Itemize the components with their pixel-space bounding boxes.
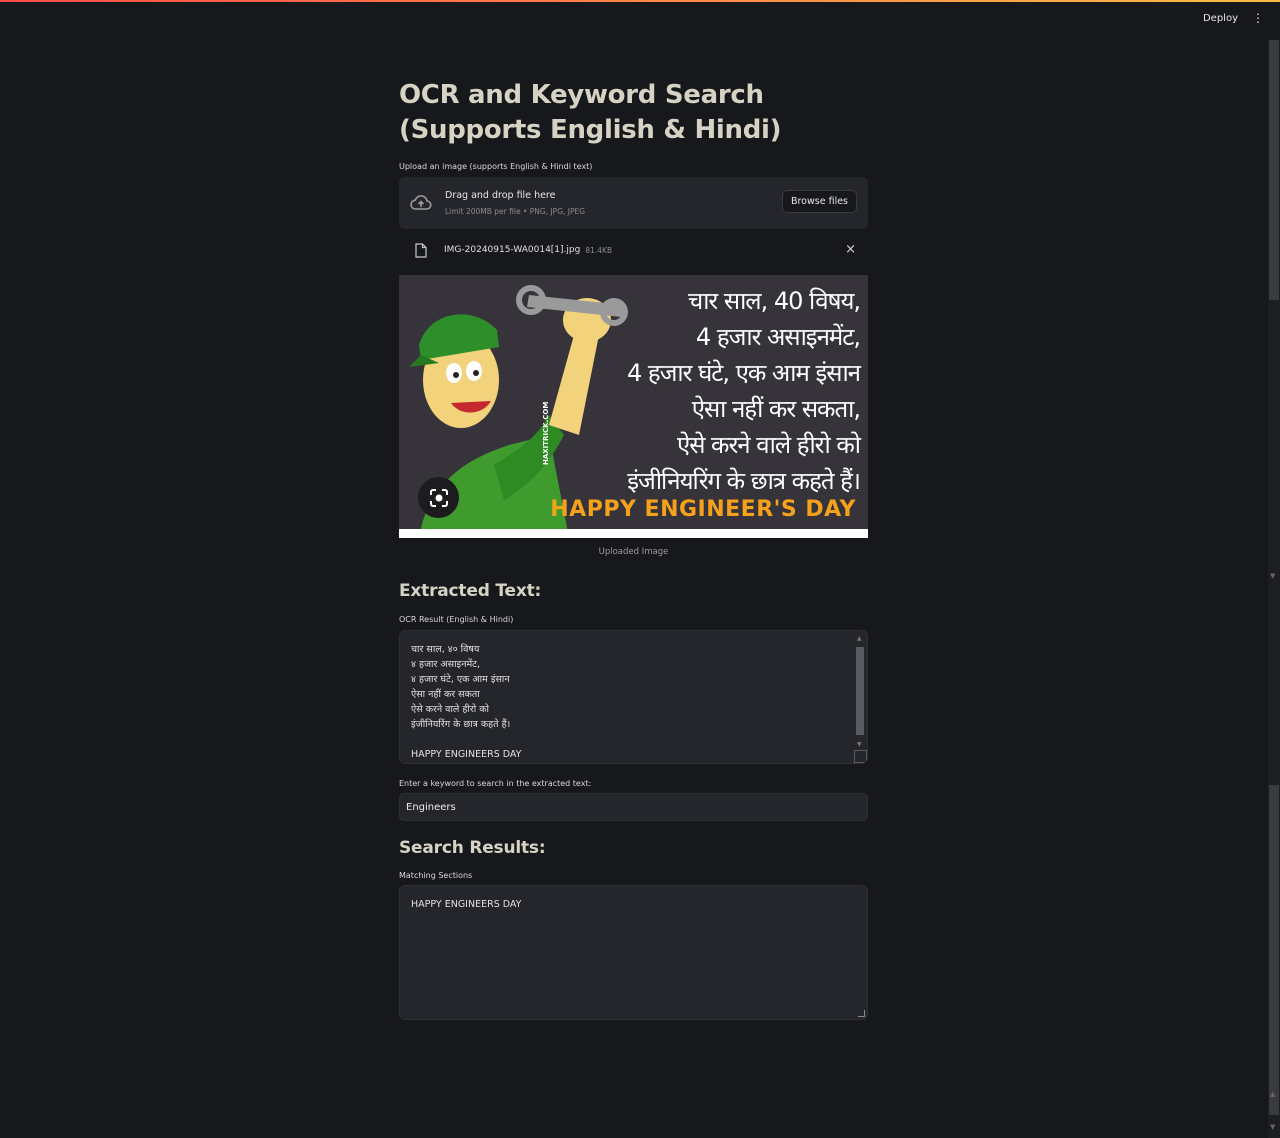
browse-files-button[interactable]: Browse files	[781, 190, 857, 213]
poster-line: ऐसा नहीं कर सकता,	[691, 395, 861, 423]
keyword-label: Enter a keyword to search in the extract…	[399, 779, 592, 788]
keyword-search-input[interactable]	[399, 793, 868, 821]
matching-sections-text: HAPPY ENGINEERS DAY	[411, 899, 522, 910]
image-caption: Uploaded Image	[598, 547, 669, 557]
extracted-text-heading: Extracted Text:	[399, 581, 542, 601]
main-content: OCR and Keyword Search (Supports English…	[399, 78, 868, 1020]
main-menu-icon[interactable]: ⋮	[1252, 12, 1264, 24]
uploaded-image: चार साल, 40 विषय, 4 हजार असाइनमेंट, 4 हज…	[399, 275, 868, 538]
deploy-button[interactable]: Deploy	[1203, 13, 1238, 24]
image-bottom-strip	[399, 529, 868, 538]
poster-headline: HAPPY ENGINEER'S DAY	[550, 497, 856, 522]
scroll-up-arrow-icon[interactable]: ▲	[1270, 1090, 1275, 1098]
scroll-down-arrow-icon[interactable]: ▼	[1270, 572, 1275, 580]
poster-line: इंजीनियरिंग के छात्र कहते हैं।	[627, 467, 861, 495]
uploaded-file-size: 81.4KB	[585, 245, 613, 255]
ocr-textarea-scrollbar[interactable]: ▲ ▼	[856, 635, 864, 749]
file-icon	[415, 242, 427, 258]
search-results-heading: Search Results:	[399, 838, 546, 858]
scroll-bottom-arrow-icon[interactable]: ▼	[1270, 1123, 1275, 1131]
poster-line: 4 हजार असाइनमेंट,	[695, 323, 861, 351]
ocr-scroll-down-icon[interactable]: ▼	[857, 741, 862, 748]
ocr-result-text: चार साल, ४० विषय ४ हजार असाइनमेंट, ४ हजा…	[411, 644, 522, 760]
scrollbar-thumb-upper[interactable]	[1269, 40, 1279, 300]
dropzone-instructions: Drag and drop file here	[445, 190, 556, 201]
poster-line: चार साल, 40 विषय,	[687, 287, 861, 315]
page-title: OCR and Keyword Search (Supports English…	[399, 80, 782, 145]
uploaded-file-row: IMG-20240915-WA0014[1].jpg 81.4KB ×	[399, 239, 868, 261]
header-actions: Deploy ⋮	[1203, 12, 1264, 24]
ocr-result-textarea[interactable]: चार साल, ४० विषय ४ हजार असाइनमेंट, ४ हजा…	[399, 630, 868, 764]
ocr-result-label: OCR Result (English & Hindi)	[399, 615, 514, 624]
hindi-poster-text: चार साल, 40 विषय, 4 हजार असाइनमेंट, 4 हज…	[626, 283, 861, 499]
poster-watermark: HAXITRICK.COM	[542, 401, 550, 465]
dropzone-text: Drag and drop file here Limit 200MB per …	[445, 190, 585, 216]
remove-file-close-icon[interactable]: ×	[845, 242, 856, 257]
cloud-upload-icon	[410, 195, 432, 210]
ocr-resize-handle-icon[interactable]	[854, 750, 867, 763]
results-resize-handle-icon[interactable]	[858, 1010, 865, 1017]
poster-line: 4 हजार घंटे, एक आम इंसान	[626, 359, 861, 387]
matching-sections-textarea[interactable]: HAPPY ENGINEERS DAY	[399, 885, 868, 1020]
poster-line: ऐसे करने वाले हीरो को	[676, 431, 861, 459]
dropzone-limits: Limit 200MB per file • PNG, JPG, JPEG	[445, 207, 586, 216]
uploader-label: Upload an image (supports English & Hind…	[399, 162, 593, 171]
uploaded-file-name: IMG-20240915-WA0014[1].jpg	[444, 245, 581, 255]
ocr-scroll-up-icon[interactable]: ▲	[857, 635, 862, 642]
lens-search-icon[interactable]	[418, 477, 459, 518]
scrollbar-thumb-lower[interactable]	[1269, 785, 1279, 1115]
top-decoration-bar	[0, 0, 1280, 2]
page-scrollbar[interactable]: ▼ ▲ ▼	[1268, 40, 1280, 1138]
file-dropzone[interactable]: Drag and drop file here Limit 200MB per …	[399, 177, 868, 229]
ocr-scroll-thumb[interactable]	[856, 647, 864, 735]
matching-sections-label: Matching Sections	[399, 871, 473, 880]
